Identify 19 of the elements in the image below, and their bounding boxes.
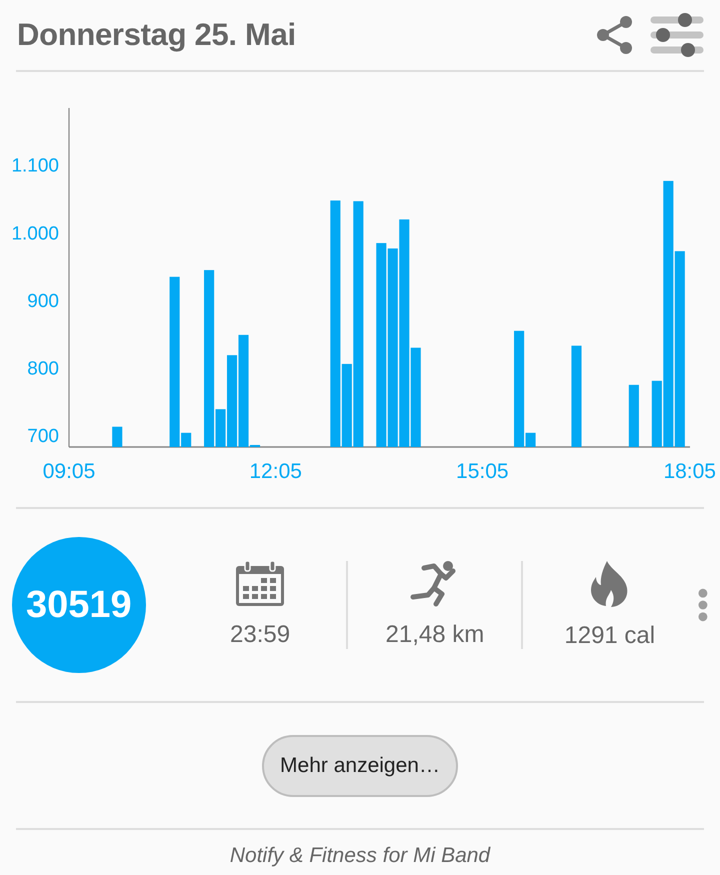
stat-value: 21,48 km [386,621,484,649]
x-axis-label: 12:05 [249,460,302,483]
y-axis-label: 800 [27,358,59,380]
show-more-button[interactable]: Mehr anzeigen… [262,734,458,796]
calendar-icon [235,561,286,607]
footer-text: Notify & Fitness for Mi Band [230,844,490,867]
y-axis-label: 900 [27,290,59,312]
x-axis-label: 18:05 [663,460,716,483]
stat-value: 23:59 [230,621,290,649]
x-axis-label: 09:05 [42,460,96,483]
stat-value: 1291 cal [564,622,656,650]
y-axis-label: 700 [27,426,59,447]
more-icon[interactable] [698,588,708,622]
y-axis-label: 1.100 [11,156,59,177]
y-axis-label: 1.000 [11,223,59,244]
x-axis-label: 15:05 [456,460,509,483]
step-count-circle: 30519 [12,537,146,673]
settings-icon[interactable] [650,12,704,58]
date-title: Donnerstag 25. Mai [17,17,297,53]
